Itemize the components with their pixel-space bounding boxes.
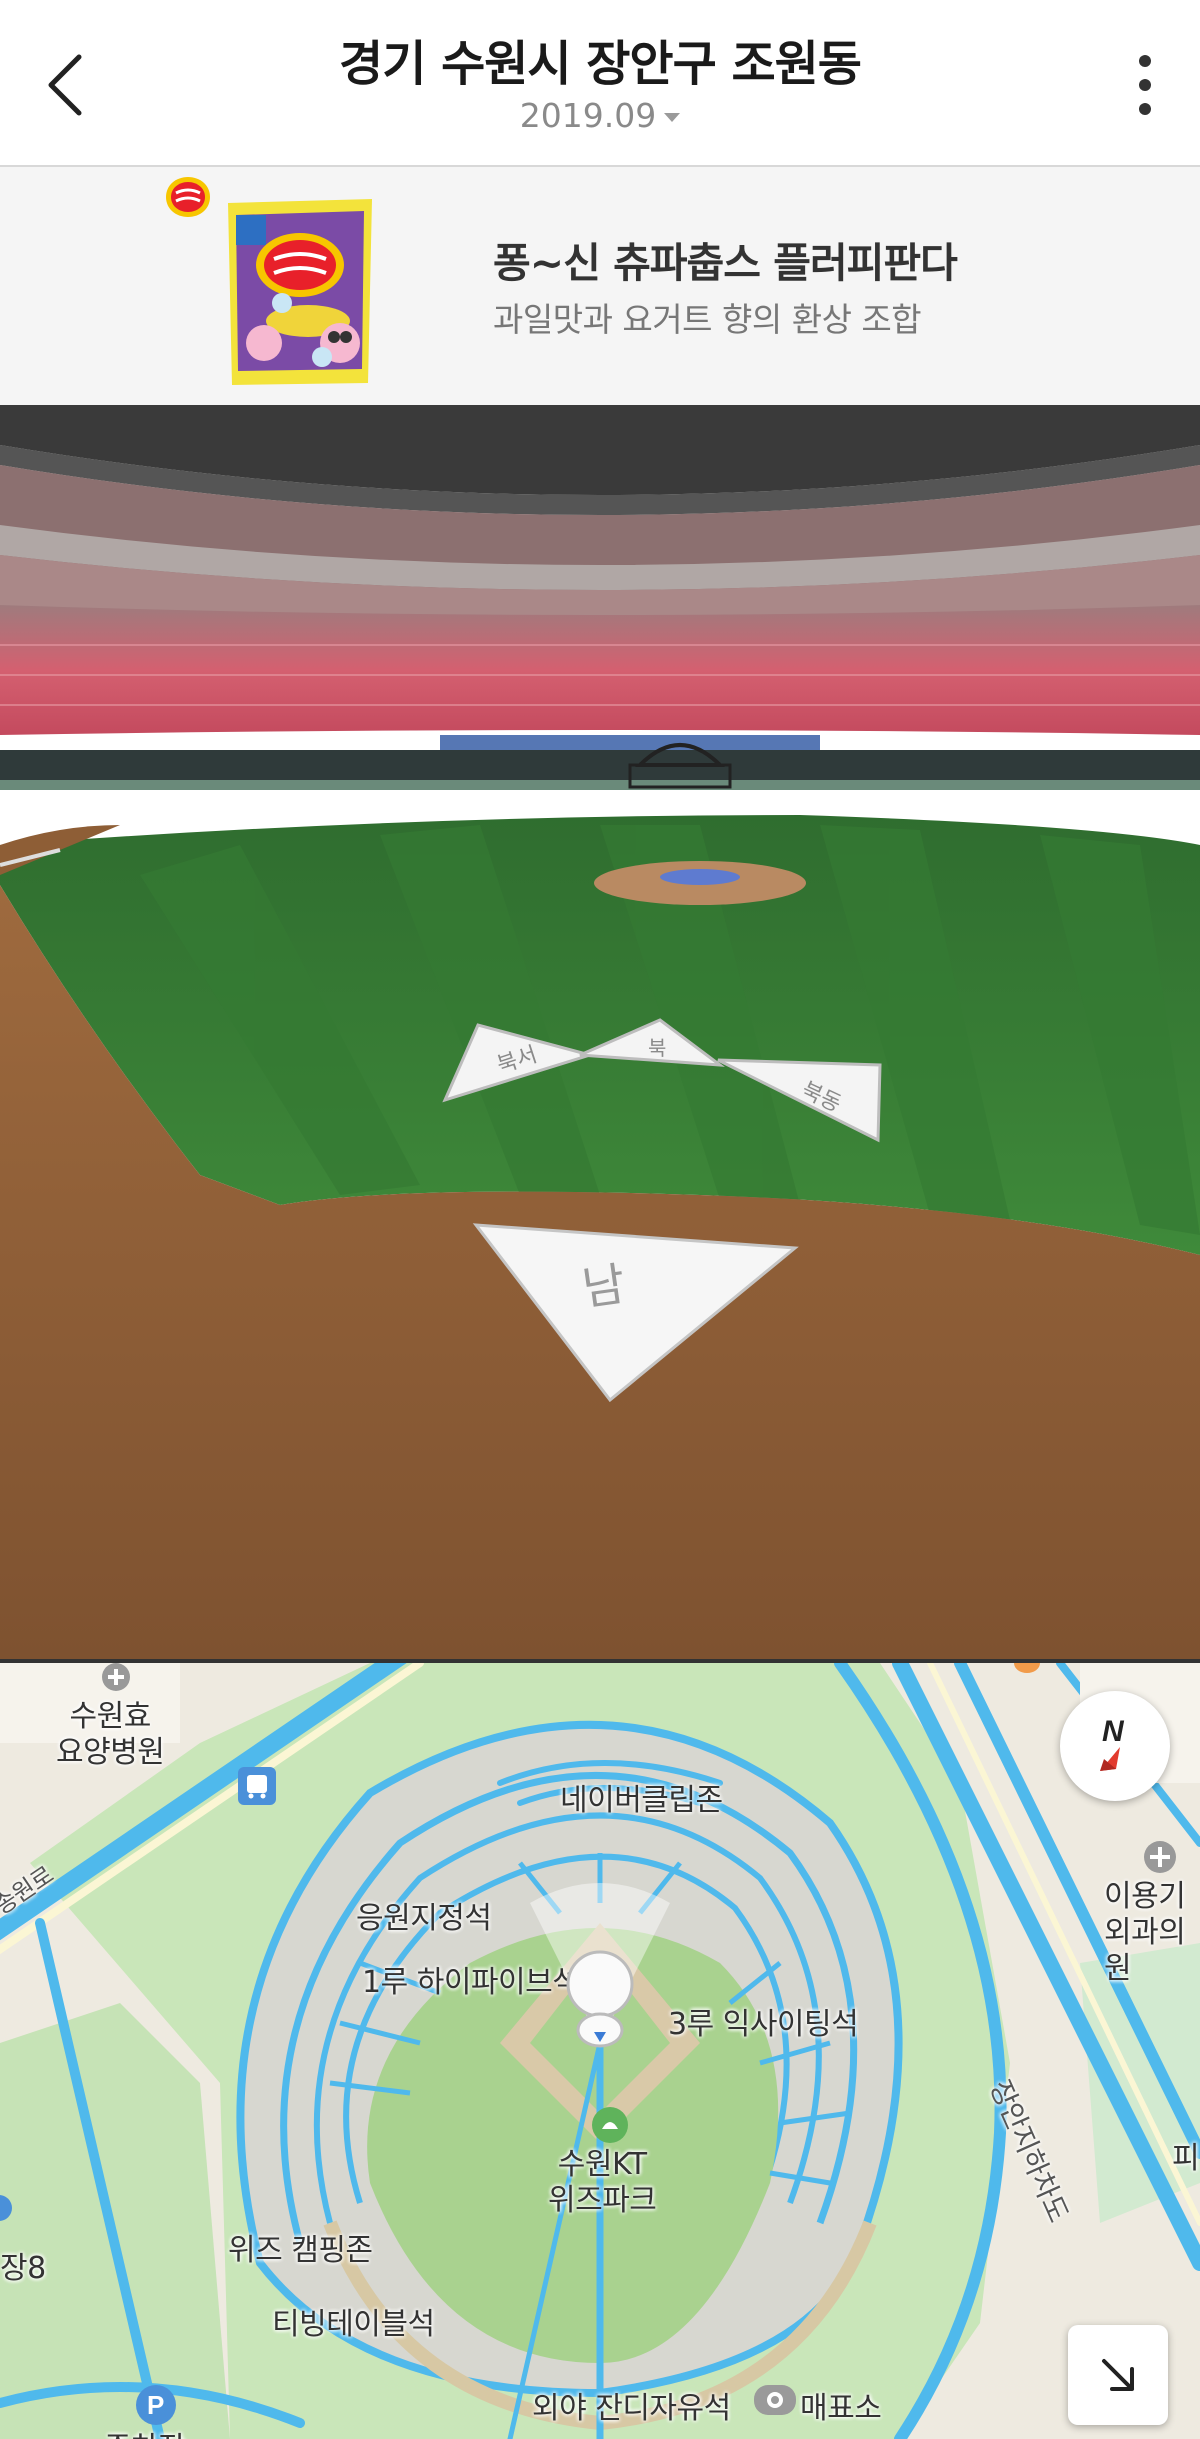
parking-icon[interactable]: P: [134, 2383, 178, 2427]
map-label-edge-left: 장8: [0, 2251, 46, 2286]
nav-arrow-south-label: 남: [579, 1258, 628, 1315]
chupa-chups-logo: [166, 177, 210, 217]
current-position-marker[interactable]: [564, 1948, 636, 2058]
stadium-icon: [592, 2107, 628, 2143]
compass-button[interactable]: N: [1060, 1691, 1170, 1801]
header: 경기 수원시 장안구 조원동 2019.09: [0, 0, 1200, 167]
arrow-down-right-icon: [1102, 2359, 1134, 2391]
svg-text:P: P: [147, 2390, 164, 2420]
map-label-stadium: 수원KT 위즈파크: [548, 2147, 657, 2218]
map-label-parking: 주차장: [104, 2423, 186, 2439]
map-label-wiz-camping: 위즈 캠핑존: [228, 2233, 373, 2268]
stadium-panorama-image: 북서 북 북동 남: [0, 405, 1200, 1662]
nav-arrow-north-label: 북: [648, 1038, 666, 1060]
more-vertical-icon: [1139, 55, 1151, 115]
date-label: 2019.09: [519, 96, 657, 135]
map-label-third-base: 3루 익사이팅석: [668, 2007, 859, 2042]
clinic-icon: [1144, 1841, 1176, 1873]
expand-map-button[interactable]: [1068, 2325, 1168, 2425]
more-options-button[interactable]: [1110, 40, 1180, 130]
map-label-cheer-seat: 응원지정석: [356, 1901, 492, 1936]
map-label-hospital: 수원효 요양병원: [56, 1699, 165, 1770]
ad-product-image: [228, 199, 372, 385]
street-view-panorama[interactable]: 북서 북 북동 남: [0, 405, 1200, 1662]
map-label-ticket-office: 매표소: [800, 2391, 882, 2426]
map-label-first-base: 1루 하이파이브석: [362, 1965, 580, 2000]
map-label-clinic: 이용기 외과의원: [1104, 1879, 1186, 1986]
ad-headline: 퐁~신 츄파춥스 플러피판다: [493, 239, 958, 287]
svg-text:N: N: [1102, 1715, 1125, 1748]
ad-banner[interactable]: 퐁~신 츄파춥스 플러피판다 과일맛과 요거트 향의 환상 조합: [0, 167, 1200, 405]
map-label-edge-right: 피: [1172, 2141, 1200, 2176]
bus-stop-icon[interactable]: [236, 1765, 278, 1807]
hospital-icon: [102, 1663, 130, 1691]
page-title: 경기 수원시 장안구 조원동: [339, 36, 862, 92]
ticket-camera-icon: [754, 2385, 796, 2415]
caret-down-icon: [664, 113, 681, 122]
map-label-tving-table: 티빙테이블석: [272, 2307, 435, 2342]
ad-subtext: 과일맛과 요거트 향의 환상 조합: [493, 300, 922, 339]
map-label-naver-club: 네이버클립존: [560, 1783, 723, 1818]
date-selector[interactable]: 2019.09: [0, 96, 1200, 135]
compass-icon: N: [1100, 1715, 1125, 1771]
map-label-outfield-grass: 외야 잔디자유석: [532, 2391, 731, 2426]
mini-map[interactable]: P 수원효 요양병원 네이버클립존 응원지정석 1루 하이파이브석 3루 익사이…: [0, 1663, 1200, 2439]
